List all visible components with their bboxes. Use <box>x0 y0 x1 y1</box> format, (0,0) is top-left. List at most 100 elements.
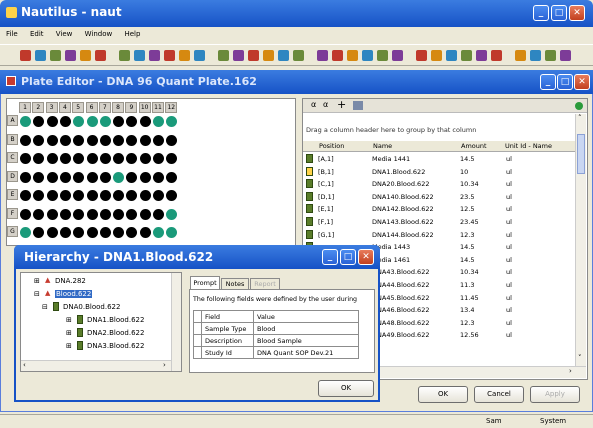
zoom-in-icon[interactable]: α <box>311 100 316 109</box>
plate-well[interactable] <box>153 208 164 220</box>
toolbar-button-icon[interactable] <box>377 50 388 61</box>
row-amount[interactable]: 10.34 <box>460 268 479 276</box>
plate-well[interactable] <box>166 134 178 146</box>
toolbar-button-icon[interactable] <box>317 50 328 61</box>
row-name[interactable]: DNA140.Blood.622 <box>372 193 434 201</box>
scroll-up-arrow-icon[interactable]: ˄ <box>578 114 582 122</box>
tab-report[interactable]: Report <box>250 278 280 289</box>
plate-well[interactable] <box>73 171 85 183</box>
plate-well[interactable] <box>153 153 164 164</box>
row-unit[interactable]: ul <box>506 256 512 264</box>
row-name[interactable]: DNA49.Blood.622 <box>372 331 429 339</box>
plate-well[interactable] <box>126 134 138 146</box>
row-header[interactable]: A <box>7 115 18 126</box>
row-header[interactable]: B <box>7 133 18 145</box>
row-amount[interactable]: 14.5 <box>460 243 474 251</box>
column-header[interactable]: 8 <box>112 102 125 113</box>
ok-button[interactable]: OK <box>418 386 468 403</box>
plate-well[interactable] <box>126 208 138 220</box>
plate-well[interactable] <box>86 171 98 183</box>
zoom-out-icon[interactable]: α <box>323 100 328 109</box>
row-unit[interactable]: ul <box>506 268 512 276</box>
plate-well[interactable] <box>20 116 31 127</box>
toolbar-button-icon[interactable] <box>491 50 502 61</box>
row-unit[interactable]: ul <box>506 319 512 327</box>
row-amount[interactable]: 10.34 <box>460 180 479 188</box>
plate-well[interactable] <box>126 171 138 183</box>
toolbar-button-icon[interactable] <box>476 50 487 61</box>
row-position[interactable]: [F,1] <box>318 218 333 226</box>
row-amount[interactable]: 14.5 <box>460 155 474 163</box>
table-row[interactable]: Study Id DNA Quant SOP Dev.21 <box>193 346 359 359</box>
scroll-down-arrow-icon[interactable]: ˅ <box>578 354 582 362</box>
plate-well[interactable] <box>113 171 125 183</box>
toolbar-button-icon[interactable] <box>233 50 244 61</box>
plate-well[interactable] <box>46 153 58 164</box>
plate-well[interactable] <box>99 116 111 127</box>
plate-well[interactable] <box>20 171 31 183</box>
plate-well[interactable] <box>46 227 58 238</box>
plate-well[interactable] <box>99 190 111 201</box>
row-position[interactable]: [E,1] <box>318 205 333 213</box>
row-unit[interactable]: ul <box>506 294 512 302</box>
table-row[interactable]: Sample Type Blood <box>193 322 359 335</box>
plate-well[interactable] <box>86 116 98 127</box>
row-amount[interactable]: 12.56 <box>460 331 479 339</box>
hierarchy-minimize-button[interactable]: _ <box>322 249 338 265</box>
menu-view[interactable]: View <box>56 30 73 38</box>
tree-hscroll[interactable]: ‹ › <box>21 360 171 371</box>
plate-well[interactable] <box>139 153 151 164</box>
toolbar-button-icon[interactable] <box>347 50 358 61</box>
plate-well[interactable] <box>153 171 164 183</box>
row-header[interactable]: G <box>7 226 18 237</box>
plate-well[interactable] <box>99 171 111 183</box>
hierarchy-close-button[interactable]: ✕ <box>358 249 374 265</box>
collapse-icon[interactable]: ⊟ <box>42 303 48 311</box>
row-name[interactable]: DNA1.Blood.622 <box>372 168 425 176</box>
row-amount[interactable]: 11.3 <box>460 281 474 289</box>
row-unit[interactable]: ul <box>506 180 512 188</box>
tree-item-dna0[interactable]: DNA0.Blood.622 <box>63 303 120 311</box>
toolbar-button-icon[interactable] <box>530 50 541 61</box>
plate-well[interactable] <box>139 227 151 238</box>
scroll-right-arrow-icon[interactable]: › <box>163 361 166 369</box>
row-amount[interactable]: 23.5 <box>460 193 474 201</box>
plate-well[interactable] <box>73 208 85 220</box>
grid-view-icon[interactable] <box>353 101 363 110</box>
toolbar-button-icon[interactable] <box>80 50 91 61</box>
row-name[interactable]: DNA20.Blood.622 <box>372 180 429 188</box>
row-name[interactable]: DNA45.Blood.622 <box>372 294 429 302</box>
expand-icon[interactable]: ⊞ <box>66 329 72 337</box>
field-value[interactable]: Blood Sample <box>253 334 359 347</box>
row-position[interactable]: [A,1] <box>318 155 334 163</box>
apply-button[interactable]: Apply <box>530 386 580 403</box>
plate-well[interactable] <box>46 116 58 127</box>
column-header[interactable]: 5 <box>72 102 85 113</box>
plate-well[interactable] <box>86 190 98 201</box>
tab-prompt[interactable]: Prompt <box>190 276 220 289</box>
header-name[interactable]: Name <box>373 142 392 150</box>
plate-well[interactable] <box>153 116 164 127</box>
cancel-button[interactable]: Cancel <box>474 386 524 403</box>
toolbar-button-icon[interactable] <box>149 50 160 61</box>
toolbar-button-icon[interactable] <box>218 50 229 61</box>
field-value[interactable]: DNA Quant SOP Dev.21 <box>253 346 359 359</box>
tree-item-dna282[interactable]: DNA.282 <box>55 277 86 285</box>
plate-well[interactable] <box>139 116 151 127</box>
plate-well[interactable] <box>33 208 45 220</box>
row-name[interactable]: DNA144.Blood.622 <box>372 231 434 239</box>
plate-well[interactable] <box>20 190 31 201</box>
tree-item-dna2[interactable]: DNA2.Blood.622 <box>87 329 144 337</box>
plate-maximize-button[interactable]: □ <box>557 74 573 90</box>
toolbar-button-icon[interactable] <box>35 50 46 61</box>
plate-well[interactable] <box>46 190 58 201</box>
row-header[interactable]: C <box>7 152 18 163</box>
plate-well[interactable] <box>113 208 125 220</box>
row-unit[interactable]: ul <box>506 205 512 213</box>
row-header[interactable]: E <box>7 189 18 200</box>
row-unit[interactable]: ul <box>506 243 512 251</box>
table-row[interactable]: Description Blood Sample <box>193 334 359 347</box>
plate-well[interactable] <box>86 153 98 164</box>
tree-vscroll[interactable] <box>171 273 181 371</box>
scroll-right-arrow-icon[interactable]: › <box>569 367 572 375</box>
